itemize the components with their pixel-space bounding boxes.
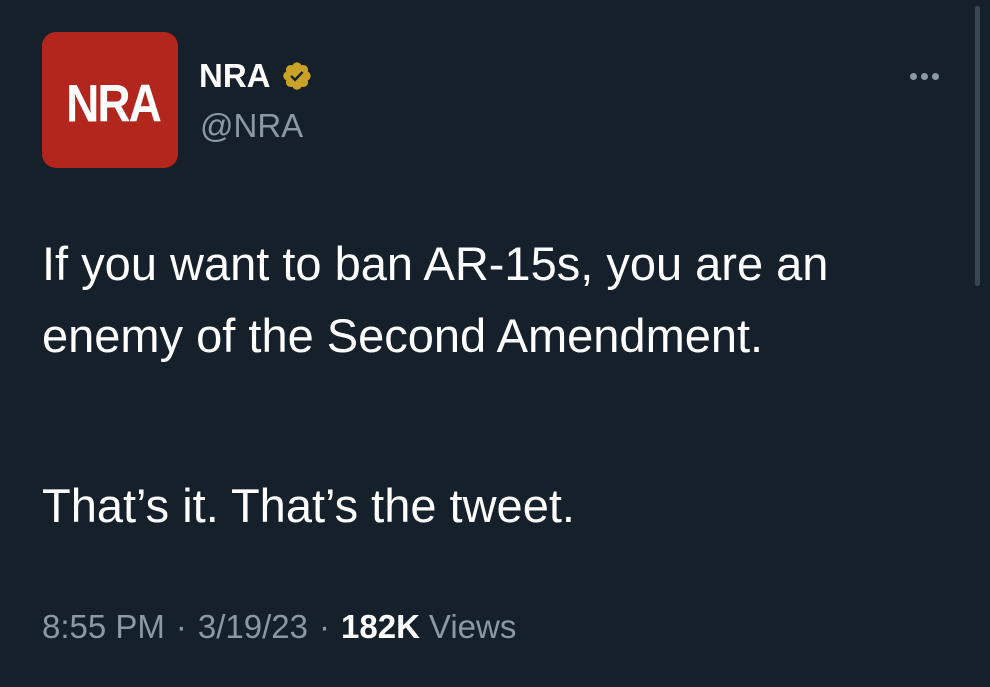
- tweet-metadata: 8:55 PM · 3/19/23 · 182K Views: [42, 608, 516, 646]
- avatar-logo-text: NRA: [66, 73, 162, 133]
- separator: ·: [319, 608, 331, 645]
- user-handle[interactable]: @NRA: [200, 107, 303, 145]
- more-dot: [931, 72, 939, 80]
- tweet-time[interactable]: 8:55 PM: [42, 608, 165, 646]
- tweet-text-paragraph-1: If you want to ban AR-15s, you are an en…: [42, 237, 829, 362]
- tweet-text-paragraph-2: That’s it. That’s the tweet.: [42, 479, 575, 532]
- scrollbar[interactable]: [975, 6, 980, 286]
- more-dot: [909, 72, 917, 80]
- more-dot: [920, 72, 928, 80]
- more-options-icon[interactable]: [902, 64, 946, 88]
- avatar[interactable]: NRA: [42, 32, 178, 168]
- display-name[interactable]: NRA: [199, 57, 271, 95]
- tweet-date[interactable]: 3/19/23: [198, 608, 308, 646]
- display-name-row: NRA: [199, 56, 313, 96]
- views-label: Views: [428, 608, 517, 645]
- verified-badge-icon[interactable]: [281, 60, 313, 92]
- views-count[interactable]: 182K: [341, 608, 420, 646]
- separator: ·: [175, 608, 187, 645]
- tweet: NRA NRA @NRA If you want to ban AR-15s, …: [0, 0, 990, 687]
